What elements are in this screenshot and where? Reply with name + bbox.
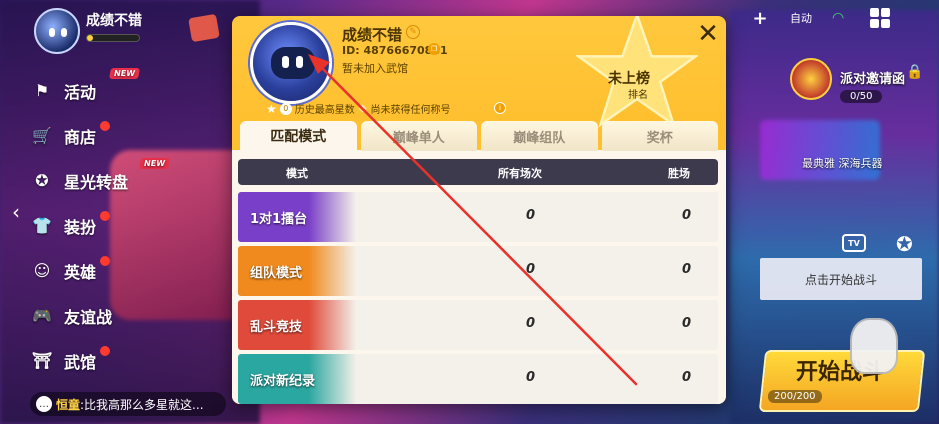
invite-title[interactable]: 派对邀请函 <box>840 68 905 87</box>
back-arrow-icon[interactable]: ‹ <box>12 200 20 224</box>
player-avatar[interactable] <box>34 8 80 54</box>
tab-trophy[interactable]: 奖杯 <box>601 121 718 151</box>
menu-item-star-wheel[interactable]: ✪ 星光转盘 NEW <box>30 158 170 203</box>
menu-item-hero[interactable]: ☺ 英雄 <box>30 248 170 293</box>
event-badge-icon[interactable] <box>188 13 220 43</box>
star-icon[interactable]: ✪ <box>896 232 913 256</box>
notification-dot <box>100 211 110 221</box>
battle-prompt[interactable]: 点击开始战斗 <box>760 258 922 300</box>
menu-item-dressup[interactable]: 👕 装扮 <box>30 203 170 248</box>
menu-item-label: 英雄 <box>64 262 97 282</box>
player-name: 成绩不错 <box>86 13 142 29</box>
header-wins: 胜场 <box>668 167 690 180</box>
wifi-icon: ◠ <box>832 10 845 26</box>
hero-icon: ☺ <box>33 261 51 280</box>
rank-sub-label: 排名 <box>628 90 648 101</box>
best-stars-label: 历史最高星数 <box>294 105 355 116</box>
level-progress-bar <box>86 34 140 42</box>
tab-peak-solo[interactable]: 巅峰单人 <box>360 121 477 151</box>
row-win-value: 0 <box>682 262 692 277</box>
promo-text[interactable]: 最典雅 深海兵器 <box>802 155 883 171</box>
notification-dot <box>100 346 110 356</box>
popup-avatar[interactable] <box>250 22 332 104</box>
chat-bubble-icon: … <box>36 396 52 412</box>
plus-icon[interactable]: + <box>750 8 770 29</box>
row-mode-label: 1对1擂台 <box>250 212 308 227</box>
auto-label[interactable]: 自动 <box>790 10 812 26</box>
row-mode-label: 组队模式 <box>250 266 303 281</box>
invite-count: 0/50 <box>840 90 883 103</box>
info-icon[interactable]: i <box>494 102 506 114</box>
row-mode-label: 派对新纪录 <box>250 374 316 389</box>
invite-badge-icon[interactable] <box>790 58 832 100</box>
flag-icon: ⚑ <box>34 81 50 100</box>
menu-item-label: 星光转盘 <box>64 172 129 192</box>
chat-message: :比我高那么多星就这... <box>80 397 204 412</box>
table-header: 模式 所有场次 胜场 <box>238 159 718 185</box>
chat-ticker[interactable]: … 恒童 :比我高那么多星就这... <box>30 392 226 416</box>
robot-face-icon <box>271 47 315 79</box>
left-menu: ⚑ 活动 NEW 🛒 商店 ✪ 星光转盘 NEW 👕 装扮 ☺ 英雄 🎮 友谊战… <box>30 68 170 383</box>
menu-item-shop[interactable]: 🛒 商店 <box>30 113 170 158</box>
lock-icon: 🔒 <box>906 64 924 80</box>
menu-item-label: 商店 <box>64 127 97 147</box>
menu-item-label: 活动 <box>64 82 97 102</box>
menu-item-label: 武馆 <box>64 352 97 372</box>
shirt-icon: 👕 <box>32 216 52 235</box>
stats-separator: ◈ <box>358 103 367 114</box>
new-badge: NEW <box>109 68 140 79</box>
header-all-matches: 所有场次 <box>498 167 542 180</box>
chat-sender: 恒童 <box>56 397 81 412</box>
notification-dot <box>100 256 110 266</box>
pointer-hand-icon <box>850 318 898 374</box>
background-promo-banner <box>760 120 880 180</box>
row-all-value: 0 <box>526 316 536 331</box>
table-row: 派对新纪录 0 0 <box>238 354 718 404</box>
header-mode: 模式 <box>286 167 308 180</box>
profile-popup: 成绩不错 ✎ ID: 48766670861 ❐ 暂未加入武馆 ★ 0 历史最高… <box>232 16 726 404</box>
tab-peak-team[interactable]: 巅峰组队 <box>481 121 598 151</box>
row-all-value: 0 <box>526 262 536 277</box>
row-win-value: 0 <box>682 370 692 385</box>
new-badge: NEW <box>139 158 170 169</box>
top-right-bar: + 自动 ◠ <box>746 6 939 30</box>
popup-player-name: 成绩不错 <box>342 26 403 44</box>
title-status: 尚未获得任何称号 <box>370 105 451 116</box>
rank-label: 未上榜 <box>608 71 650 87</box>
row-all-value: 0 <box>526 370 536 385</box>
gamepad-icon: 🎮 <box>32 306 52 325</box>
tab-match-mode[interactable]: 匹配模式 <box>240 121 357 151</box>
edit-name-icon[interactable]: ✎ <box>406 25 420 39</box>
tv-icon[interactable]: TV <box>842 234 866 252</box>
grid-menu-icon[interactable] <box>870 8 891 28</box>
guild-icon: ⛩ <box>31 351 53 370</box>
table-row: 组队模式 0 0 <box>238 246 718 296</box>
menu-item-friendly-match[interactable]: 🎮 友谊战 <box>30 293 170 338</box>
table-row: 乱斗竞技 0 0 <box>238 300 718 350</box>
row-mode-label: 乱斗竞技 <box>250 320 303 335</box>
star-wheel-icon: ✪ <box>35 171 49 190</box>
menu-item-guild[interactable]: ⛩ 武馆 <box>30 338 170 383</box>
star-icon: ★ <box>266 101 277 116</box>
row-win-value: 0 <box>682 208 692 223</box>
row-win-value: 0 <box>682 316 692 331</box>
table-row: 1对1擂台 0 0 <box>238 192 718 242</box>
row-all-value: 0 <box>526 208 536 223</box>
player-stats: ★ 0 历史最高星数 ◈ 尚未获得任何称号 <box>266 101 451 117</box>
guild-status: 暂未加入武馆 <box>342 62 408 75</box>
level-progress-fill <box>87 35 94 41</box>
menu-item-activity[interactable]: ⚑ 活动 NEW <box>30 68 170 113</box>
close-icon[interactable]: ✕ <box>696 21 720 47</box>
menu-item-label: 装扮 <box>64 217 97 237</box>
cart-icon: 🛒 <box>32 126 52 145</box>
menu-item-label: 友谊战 <box>64 307 113 327</box>
start-battle-energy: 200/200 <box>768 390 822 403</box>
mode-tabs: 匹配模式 巅峰单人 巅峰组队 奖杯 <box>240 121 718 151</box>
copy-id-icon[interactable]: ❐ <box>428 43 440 55</box>
notification-dot <box>100 121 110 131</box>
best-stars-value: 0 <box>279 102 292 115</box>
